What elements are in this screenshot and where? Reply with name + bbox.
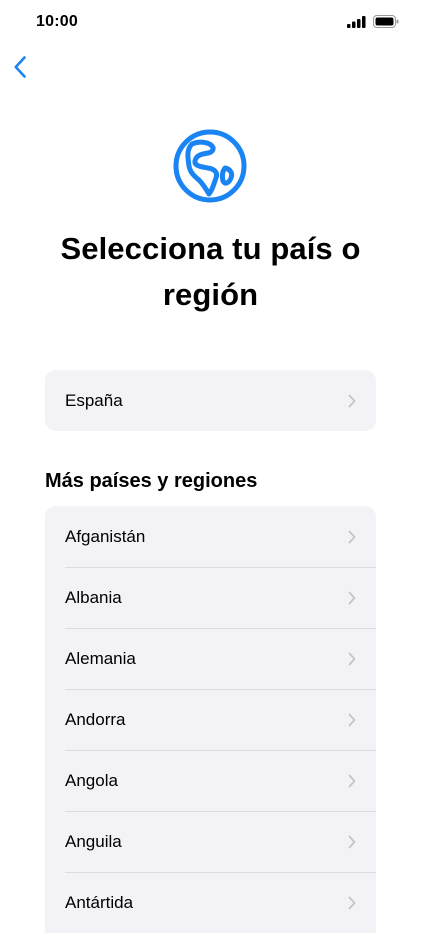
section-header: Más países y regiones bbox=[45, 470, 258, 492]
country-label: Alemania bbox=[65, 648, 136, 668]
chevron-right-icon bbox=[348, 835, 356, 848]
chevron-right-icon bbox=[348, 591, 356, 604]
current-country-card: España bbox=[45, 370, 376, 431]
country-label: Andorra bbox=[65, 709, 126, 729]
list-item[interactable]: Anguila bbox=[45, 811, 376, 872]
list-item[interactable]: Angola bbox=[45, 750, 376, 811]
list-item[interactable]: Albania bbox=[45, 567, 376, 628]
chevron-right-icon bbox=[348, 394, 356, 407]
chevron-right-icon bbox=[348, 652, 356, 665]
list-item[interactable]: Afganistán bbox=[45, 506, 376, 567]
country-label: Anguila bbox=[65, 831, 122, 851]
country-row-current[interactable]: España bbox=[45, 370, 376, 431]
back-button[interactable] bbox=[8, 52, 32, 82]
chevron-right-icon bbox=[348, 896, 356, 909]
list-item[interactable]: Antártida bbox=[45, 872, 376, 933]
chevron-left-icon bbox=[14, 56, 26, 78]
status-icons bbox=[347, 15, 399, 28]
chevron-right-icon bbox=[348, 713, 356, 726]
battery-icon bbox=[373, 15, 399, 28]
signal-icon bbox=[347, 15, 366, 28]
list-item[interactable]: Andorra bbox=[45, 689, 376, 750]
list-item[interactable]: Alemania bbox=[45, 628, 376, 689]
country-label: España bbox=[65, 390, 123, 410]
globe-icon bbox=[173, 129, 247, 203]
chevron-right-icon bbox=[348, 530, 356, 543]
page-title: Selecciona tu país o región bbox=[60, 231, 361, 312]
chevron-right-icon bbox=[348, 774, 356, 787]
country-label: Antártida bbox=[65, 892, 134, 912]
status-time: 10:00 bbox=[36, 13, 78, 30]
country-label: Angola bbox=[65, 770, 118, 790]
country-list: Afganistán Albania Alemania Andorra Ango… bbox=[45, 506, 376, 933]
country-label: Afganistán bbox=[65, 526, 146, 546]
country-label: Albania bbox=[65, 587, 122, 607]
status-bar: 10:00 bbox=[0, 0, 421, 46]
